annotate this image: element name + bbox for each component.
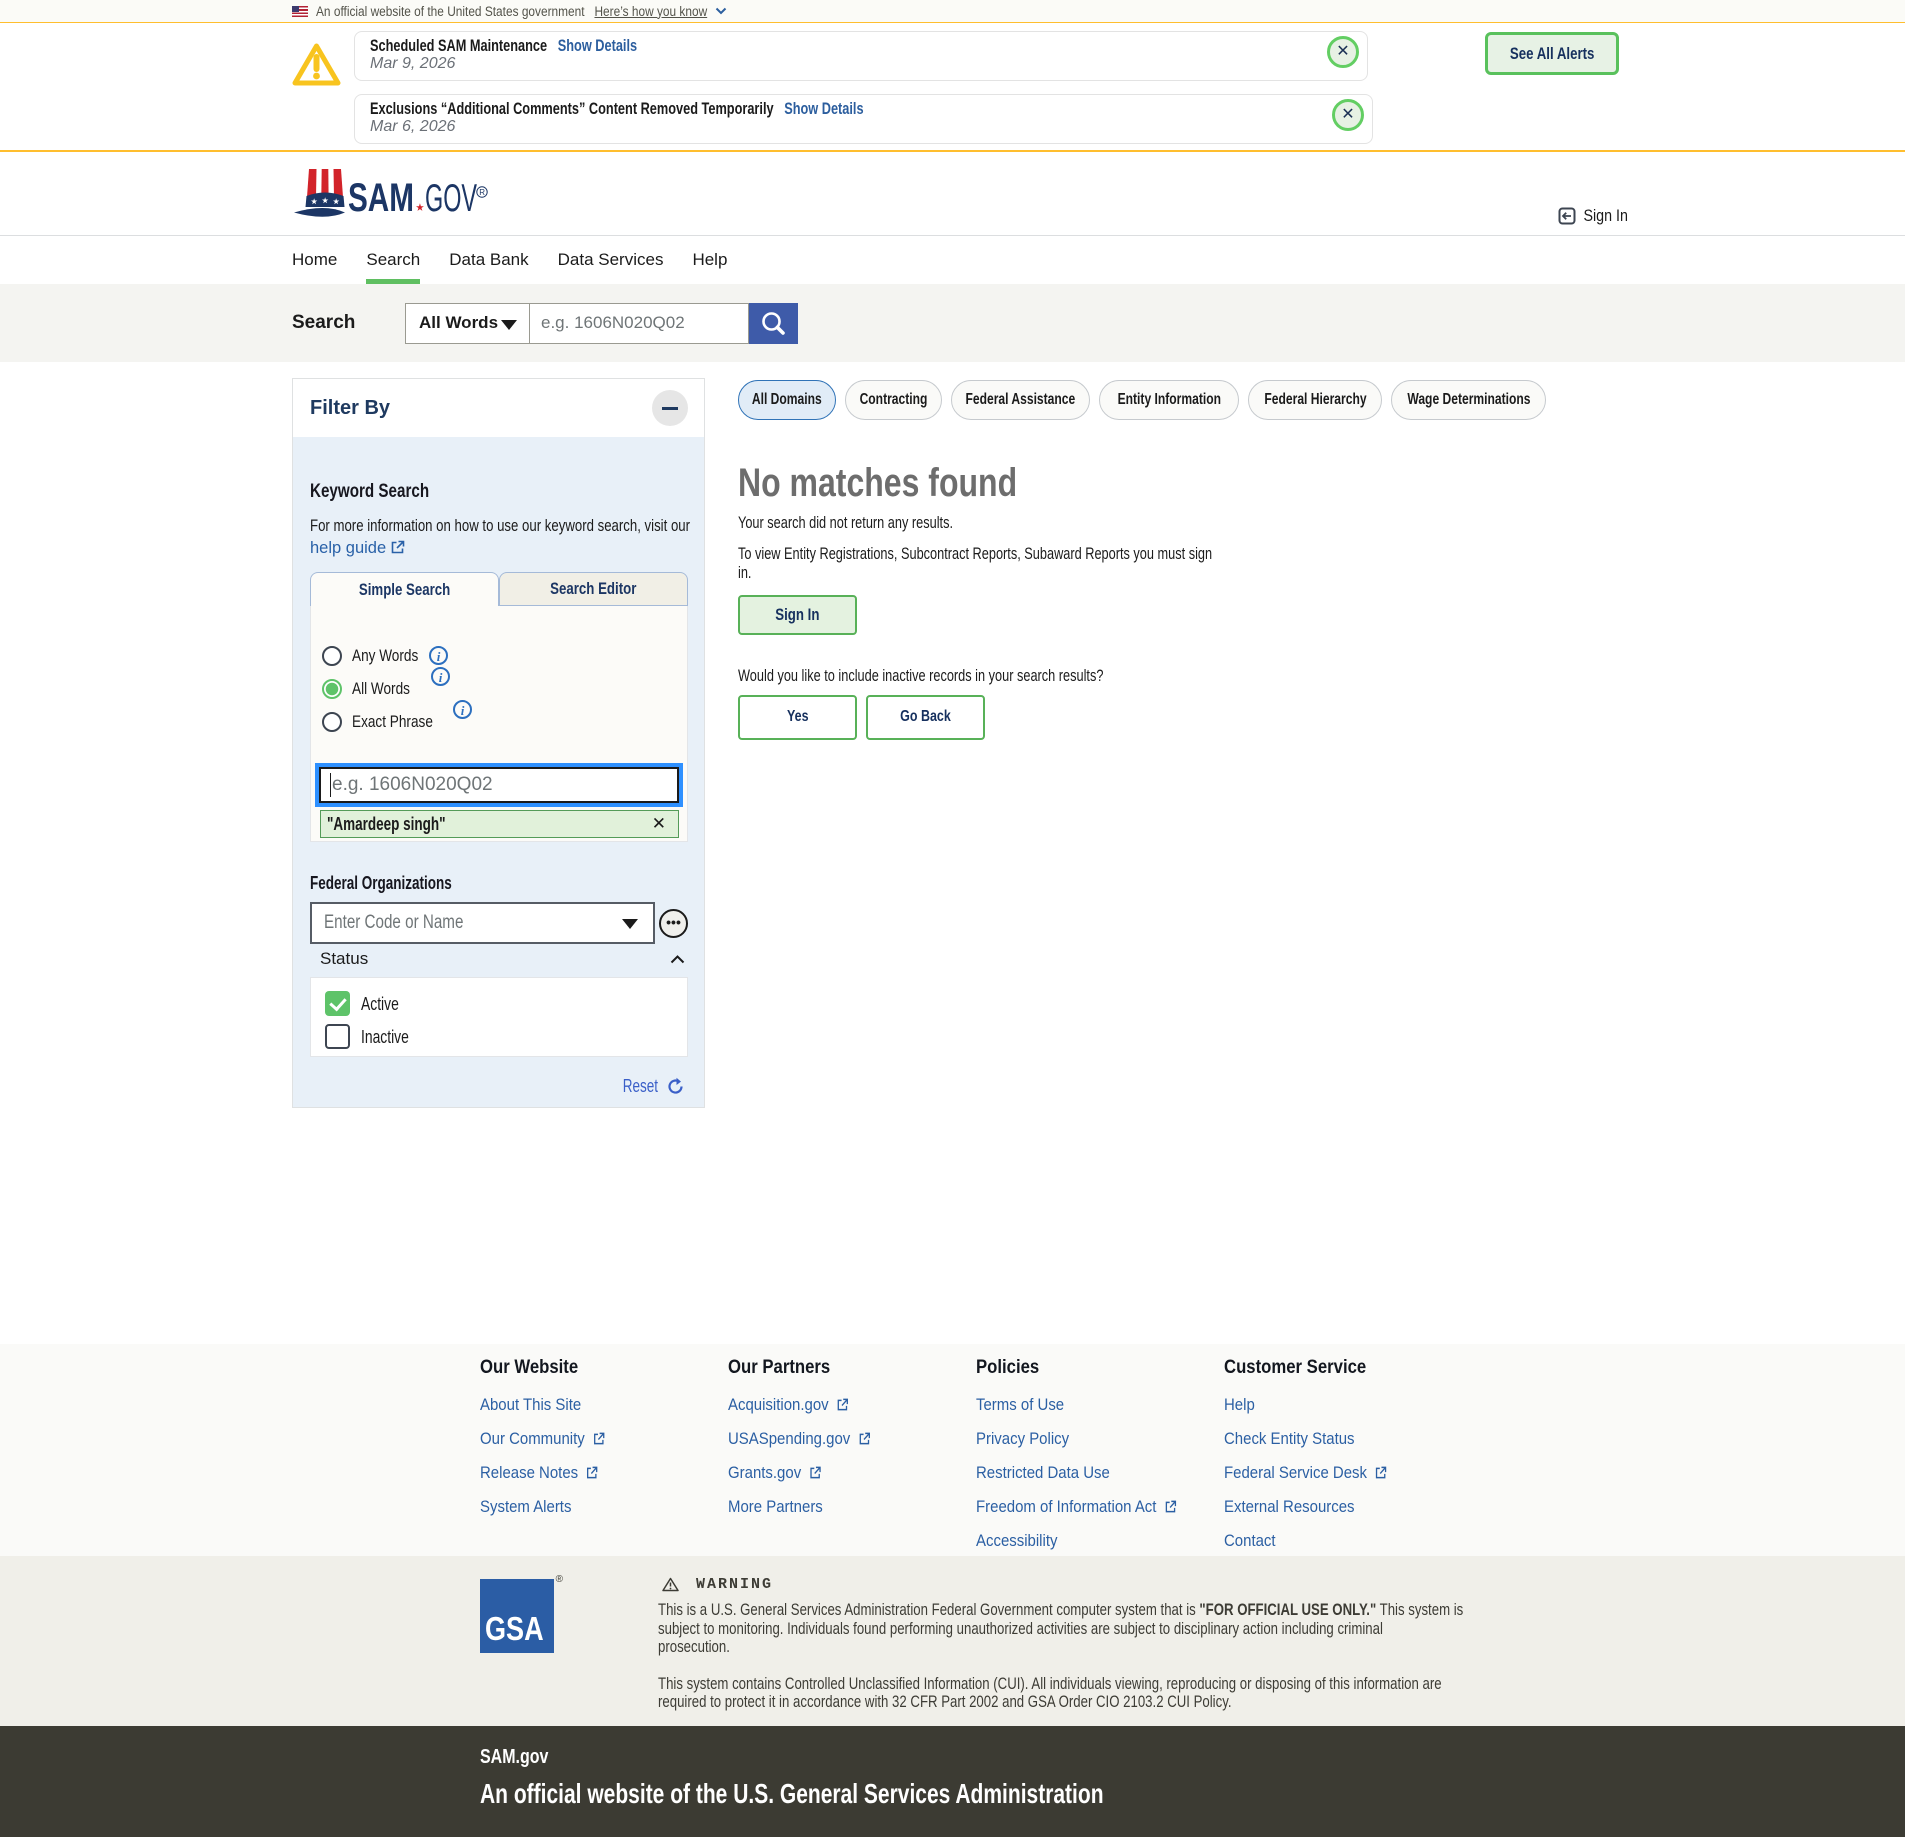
svg-text:R: R	[479, 188, 485, 197]
svg-text:GOV: GOV	[425, 177, 477, 218]
svg-text:SAM: SAM	[348, 176, 414, 218]
